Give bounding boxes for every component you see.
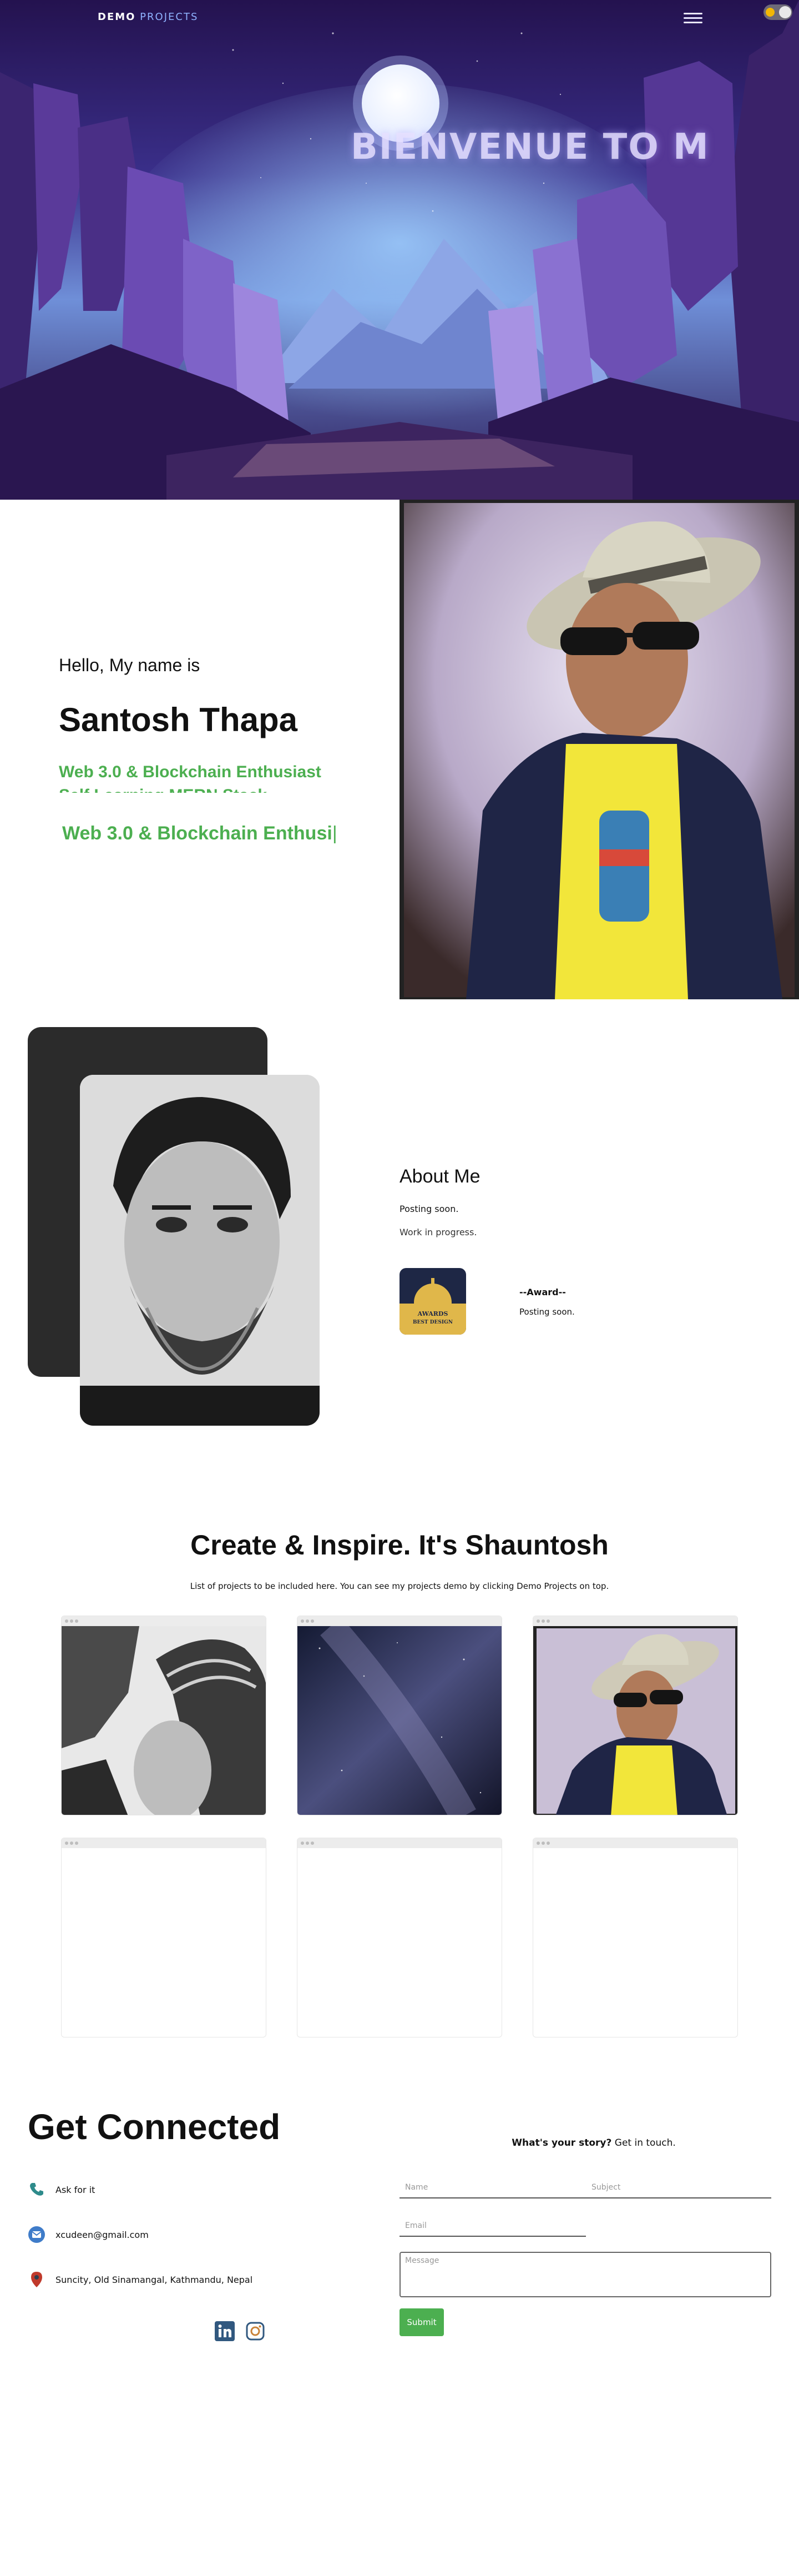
award-badge-image: AWARDS BEST DESIGN [400, 1268, 466, 1335]
card-window-bar [297, 1838, 502, 1848]
project-card[interactable] [297, 1616, 502, 1815]
project-card-placeholder[interactable] [533, 1838, 738, 2037]
profile-portrait-image [400, 500, 799, 999]
award-badge-line1: AWARDS [417, 1310, 448, 1317]
email-underline [400, 2236, 586, 2237]
about-portrait-image [80, 1075, 320, 1426]
form-heading: What's your story? Get in touch. [400, 2137, 788, 2149]
brand-logo-link[interactable]: DEMO PROJECTS [98, 11, 198, 23]
card-window-bar [297, 1616, 502, 1626]
project-thumbnail [62, 1626, 266, 1815]
projects-title: Create & Inspire. It's Shauntosh [190, 1530, 609, 1561]
award-title: --Award-- [519, 1287, 566, 1297]
toggle-knob [779, 6, 791, 18]
about-section: About Me Posting soon. Work in progress.… [0, 999, 799, 1443]
greeting-text: Hello, My name is [59, 655, 200, 675]
rotating-roles: Web 3.0 & Blockchain Enthusiast Self Lea… [59, 761, 392, 793]
typing-caret: | [332, 823, 337, 844]
project-card[interactable] [61, 1616, 266, 1815]
about-title: About Me [400, 1166, 481, 1187]
project-thumbnail [533, 1626, 737, 1815]
card-window-bar [62, 1616, 266, 1626]
about-text-line: Posting soon. [400, 1204, 459, 1214]
subject-input[interactable] [590, 2179, 771, 2196]
form-heading-rest: Get in touch. [611, 2137, 676, 2149]
name-input[interactable] [404, 2179, 570, 2196]
instagram-icon[interactable] [245, 2321, 265, 2341]
card-window-bar [533, 1838, 737, 1848]
contact-address: Suncity, Old Sinamangal, Kathmandu, Nepa… [28, 2270, 252, 2289]
project-thumbnail [297, 1626, 502, 1815]
award-badge-line2: BEST DESIGN [413, 1320, 453, 1325]
card-window-bar [62, 1838, 266, 1848]
hamburger-line [684, 13, 702, 14]
project-card[interactable] [533, 1616, 738, 1815]
message-textarea[interactable] [400, 2252, 771, 2297]
contact-title: Get Connected [28, 2107, 281, 2147]
intro-section: Hello, My name is Santosh Thapa Web 3.0 … [0, 500, 799, 999]
award-text: Posting soon. [519, 1307, 575, 1317]
location-pin-icon [31, 2272, 42, 2287]
typed-role-text: Web 3.0 & Blockchain Enthusi| [62, 823, 337, 844]
theme-toggle-switch[interactable] [763, 4, 792, 20]
contact-section: Get Connected Ask for it xcudeen@gmail.c… [0, 2082, 799, 2576]
hero-background-illustration [0, 0, 799, 500]
form-heading-bold: What's your story? [512, 2137, 612, 2149]
brand-text-primary: DEMO [98, 11, 136, 23]
hero-section: DEMO PROJECTS BIENVENUE TO M [0, 0, 799, 500]
brand-text-secondary: PROJECTS [135, 11, 199, 23]
owner-name: Santosh Thapa [59, 701, 298, 738]
role-line: Web 3.0 & Blockchain Enthusiast [59, 763, 321, 781]
phone-icon [30, 2183, 43, 2196]
linkedin-icon[interactable] [215, 2321, 235, 2341]
hamburger-line [684, 17, 702, 19]
project-card-placeholder[interactable] [297, 1838, 502, 2037]
email-icon [28, 2226, 45, 2243]
card-window-bar [533, 1616, 737, 1626]
hamburger-line [684, 22, 702, 23]
contact-item-text: xcudeen@gmail.com [55, 2229, 149, 2240]
menu-hamburger-button[interactable] [684, 10, 702, 24]
submit-button[interactable]: Submit [400, 2308, 444, 2336]
contact-item-text: Suncity, Old Sinamangal, Kathmandu, Nepa… [55, 2274, 253, 2285]
sun-icon [766, 8, 775, 17]
contact-item-text: Ask for it [55, 2184, 95, 2195]
project-card-placeholder[interactable] [61, 1838, 266, 2037]
navbar: DEMO PROJECTS [0, 0, 799, 36]
email-input[interactable] [404, 2217, 570, 2234]
contact-phone: Ask for it [28, 2180, 95, 2199]
contact-email: xcudeen@gmail.com [28, 2225, 149, 2244]
projects-section: Create & Inspire. It's Shauntosh List of… [0, 1443, 799, 2082]
typed-text: Web 3.0 & Blockchain Enthusi [62, 823, 332, 844]
role-line: Self Learning MERN Stack [59, 784, 392, 793]
projects-subtitle: List of projects to be included here. Yo… [190, 1581, 609, 1591]
about-text-line: Work in progress. [400, 1227, 477, 1237]
name-subject-underline [400, 2197, 771, 2198]
hero-title: BIENVENUE TO M [351, 127, 710, 168]
